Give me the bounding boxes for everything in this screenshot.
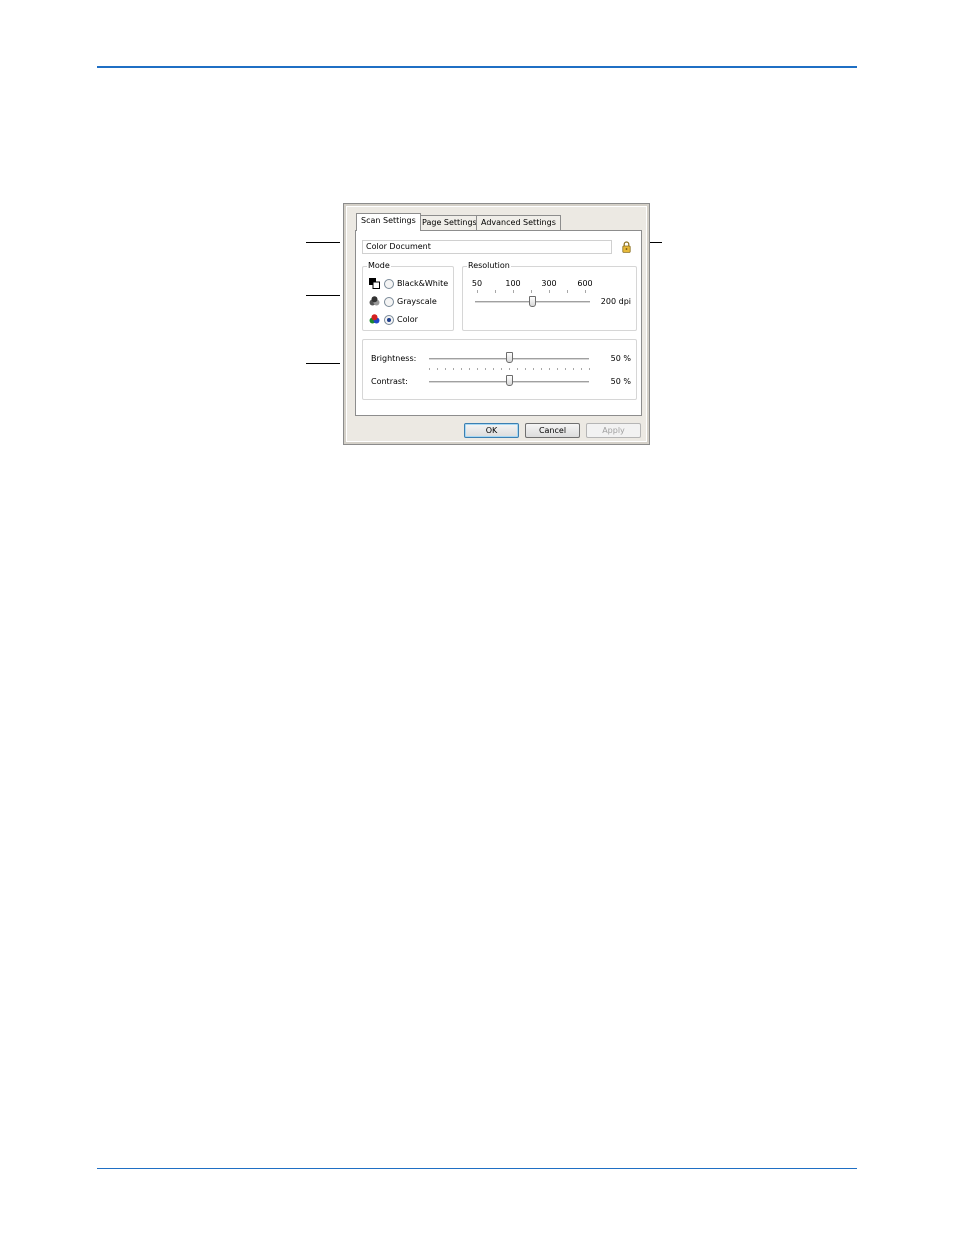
resolution-tick — [495, 290, 496, 293]
resolution-tick — [585, 290, 586, 293]
resolution-group: Resolution 50 100 300 600 200 dpi — [462, 261, 637, 331]
resolution-tick-label: 100 — [505, 279, 521, 288]
contrast-tick — [549, 368, 550, 370]
tab-advanced-settings[interactable]: Advanced Settings — [476, 215, 561, 230]
contrast-tick — [557, 368, 558, 370]
grayscale-mode-icon — [369, 296, 380, 306]
brightness-label: Brightness: — [371, 354, 417, 363]
callout-line-preset — [306, 242, 340, 243]
dialog-body: Scan Settings Page Settings Advanced Set… — [346, 206, 647, 442]
brightness-contrast-group: Brightness: 50 % Contrast: 50 % — [362, 339, 637, 400]
resolution-tick — [477, 290, 478, 293]
contrast-label: Contrast: — [371, 377, 408, 386]
radio-grayscale[interactable] — [384, 297, 394, 307]
contrast-tick — [573, 368, 574, 370]
contrast-tick — [461, 368, 462, 370]
page-top-rule — [97, 66, 857, 68]
contrast-tick — [541, 368, 542, 370]
radio-black-white[interactable] — [384, 279, 394, 289]
radio-color[interactable] — [384, 315, 394, 325]
contrast-tick — [429, 368, 430, 370]
mode-group: Mode Black&White Grayscale Color — [362, 261, 454, 331]
mode-label-black-white: Black&White — [397, 279, 449, 288]
contrast-tick — [493, 368, 494, 370]
contrast-tick — [565, 368, 566, 370]
color-mode-icon — [369, 314, 380, 324]
resolution-tick — [513, 290, 514, 293]
tab-scan-settings[interactable]: Scan Settings — [356, 213, 421, 231]
resolution-group-title: Resolution — [467, 261, 511, 271]
contrast-tick — [581, 368, 582, 370]
contrast-tick — [589, 368, 590, 370]
resolution-tick — [567, 290, 568, 293]
resolution-tick — [531, 290, 532, 293]
contrast-slider-thumb[interactable] — [505, 375, 513, 386]
apply-button[interactable]: Apply — [586, 423, 641, 438]
contrast-tick — [501, 368, 502, 370]
black-white-mode-icon — [369, 278, 380, 289]
contrast-tick — [469, 368, 470, 370]
resolution-tick-label: 300 — [541, 279, 557, 288]
ok-button[interactable]: OK — [464, 423, 519, 438]
mode-group-title: Mode — [367, 261, 391, 271]
tab-page-settings[interactable]: Page Settings — [417, 215, 482, 230]
resolution-tick — [549, 290, 550, 293]
contrast-value: 50 % — [610, 377, 631, 386]
mode-label-grayscale: Grayscale — [397, 297, 437, 306]
resolution-tick-label: 600 — [577, 279, 593, 288]
page-bottom-rule — [97, 1168, 857, 1169]
contrast-tick — [517, 368, 518, 370]
mode-label-color: Color — [397, 315, 418, 324]
contrast-tick — [445, 368, 446, 370]
contrast-tick — [525, 368, 526, 370]
brightness-slider-thumb[interactable] — [505, 352, 513, 363]
resolution-value: 200 dpi — [600, 297, 631, 306]
tab-panel-scan-settings: Color Document Mode Black&White Grayscal… — [355, 230, 642, 416]
resolution-tick-label: 50 — [471, 279, 483, 288]
preset-name-field[interactable]: Color Document — [362, 240, 612, 254]
contrast-tick — [453, 368, 454, 370]
contrast-tick — [509, 368, 510, 370]
contrast-tick — [533, 368, 534, 370]
callout-line-adjustments — [306, 363, 340, 364]
contrast-tick — [477, 368, 478, 370]
brightness-value: 50 % — [610, 354, 631, 363]
scan-settings-dialog: Scan Settings Page Settings Advanced Set… — [343, 203, 650, 445]
padlock-icon[interactable] — [622, 241, 631, 253]
contrast-tick — [437, 368, 438, 370]
callout-line-mode — [306, 295, 340, 296]
contrast-tick — [485, 368, 486, 370]
cancel-button[interactable]: Cancel — [525, 423, 580, 438]
resolution-slider-thumb[interactable] — [529, 296, 536, 307]
